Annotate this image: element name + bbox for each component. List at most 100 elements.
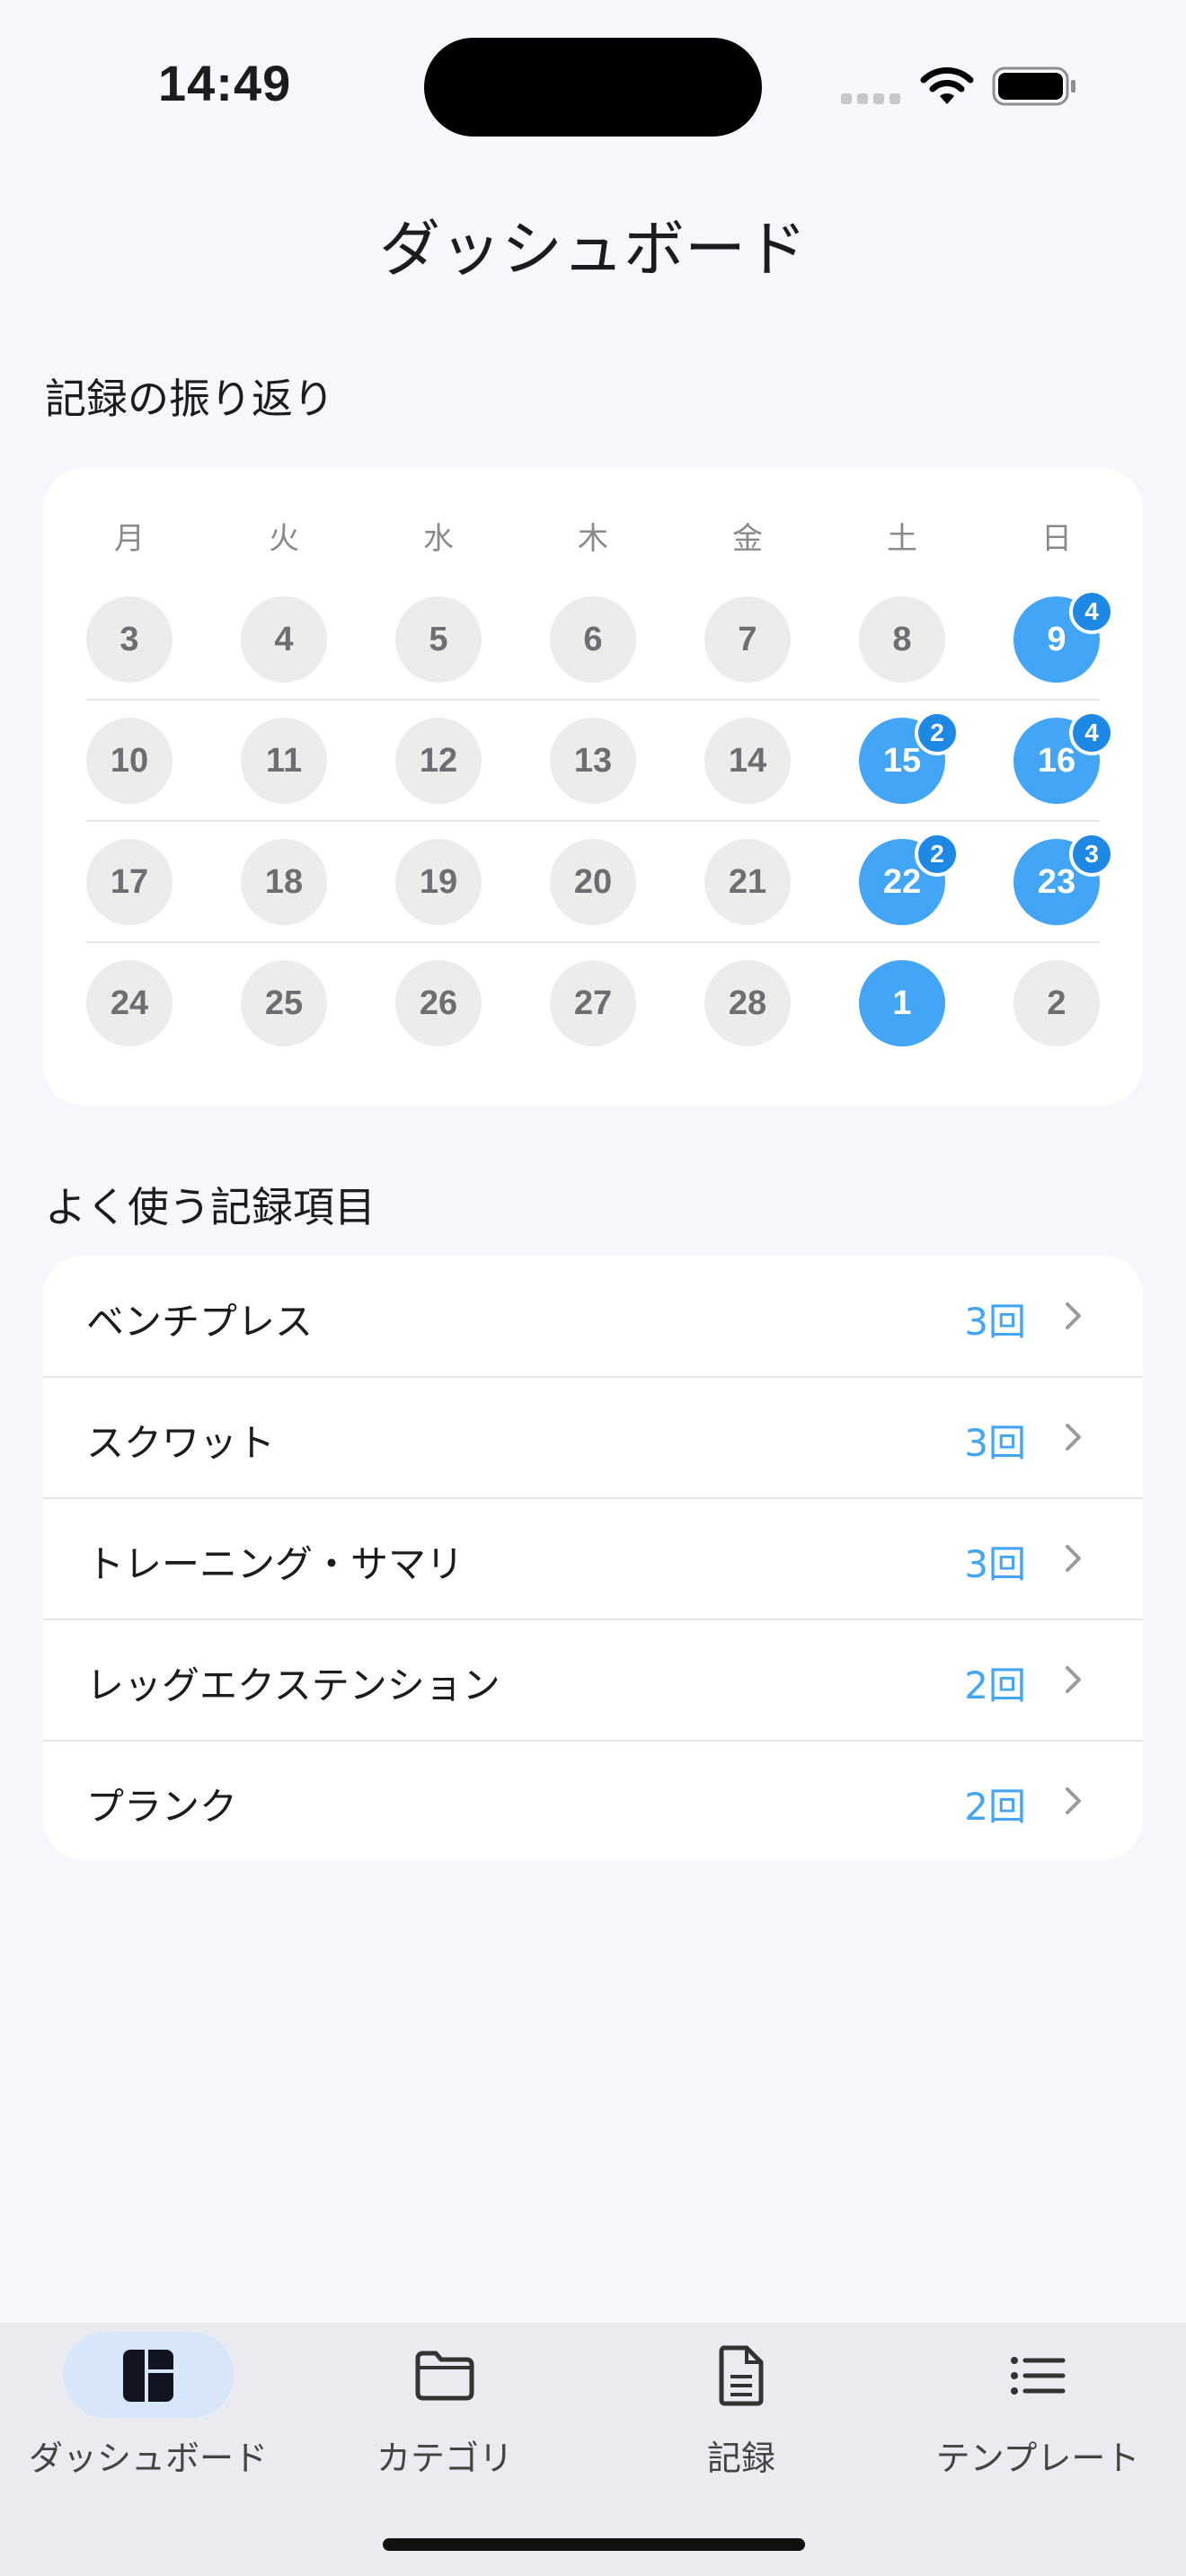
list-icon bbox=[1002, 2344, 1074, 2407]
calendar-day[interactable]: 14 bbox=[704, 718, 791, 804]
calendar-day-number: 12 bbox=[419, 741, 458, 780]
calendar-day-number: 11 bbox=[265, 741, 303, 780]
chevron-right-icon bbox=[1066, 1545, 1081, 1572]
calendar-day-number: 5 bbox=[429, 620, 448, 658]
calendar-day[interactable]: 7 bbox=[704, 596, 791, 683]
battery-icon bbox=[992, 66, 1075, 106]
tab-dashboard[interactable]: ダッシュボード bbox=[0, 2323, 296, 2502]
dashboard-icon bbox=[112, 2344, 184, 2407]
chevron-right-icon bbox=[1066, 1302, 1081, 1329]
frequent-item-count: 3回 bbox=[964, 1421, 1026, 1465]
frequent-item-count: 2回 bbox=[964, 1785, 1026, 1829]
wifi-icon bbox=[920, 66, 974, 104]
calendar-day-number: 15 bbox=[882, 741, 922, 780]
calendar-day-number: 21 bbox=[728, 862, 767, 901]
weekday-label: 金 bbox=[732, 521, 763, 557]
frequent-item-count: 2回 bbox=[964, 1663, 1026, 1707]
calendar-day-number: 17 bbox=[110, 862, 149, 901]
calendar-day[interactable]: 8 bbox=[859, 596, 945, 683]
calendar-day-number: 16 bbox=[1037, 741, 1076, 780]
weekday-label: 土 bbox=[887, 521, 917, 557]
frequent-item-row[interactable]: プランク 2回 bbox=[43, 1741, 1143, 1859]
record-count-badge: 2 bbox=[915, 710, 960, 755]
calendar-day-number: 27 bbox=[573, 984, 613, 1022]
weekday-label: 月 bbox=[114, 521, 145, 557]
calendar-day[interactable]: 12 bbox=[395, 718, 482, 804]
calendar-day[interactable]: 28 bbox=[704, 960, 791, 1046]
calendar-day[interactable]: 19 bbox=[395, 839, 482, 925]
weekday-label: 木 bbox=[578, 521, 608, 557]
calendar-day-number: 24 bbox=[110, 984, 149, 1022]
calendar-day[interactable]: 10 bbox=[86, 718, 173, 804]
calendar-day-number: 18 bbox=[264, 862, 304, 901]
calendar-row-divider bbox=[86, 699, 1100, 701]
frequent-item-count: 3回 bbox=[964, 1300, 1026, 1344]
frequent-item-label: プランク bbox=[86, 1785, 238, 1829]
calendar-day[interactable]: 3 bbox=[86, 596, 173, 683]
calendar-day[interactable]: 18 bbox=[241, 839, 327, 925]
calendar-day-number: 8 bbox=[892, 620, 912, 658]
calendar-day-number: 10 bbox=[110, 741, 149, 780]
tab-category[interactable]: カテゴリ bbox=[296, 2323, 593, 2502]
calendar-day[interactable]: 6 bbox=[550, 596, 636, 683]
calendar-row-divider bbox=[86, 941, 1100, 943]
calendar-day[interactable]: 11 bbox=[241, 718, 327, 804]
calendar-day[interactable]: 15 2 bbox=[859, 710, 960, 804]
calendar-day[interactable]: 20 bbox=[550, 839, 636, 925]
cellular-signal-icon bbox=[841, 93, 900, 104]
calendar-day-number: 22 bbox=[882, 862, 922, 901]
calendar-day-number: 6 bbox=[583, 620, 603, 658]
calendar-day[interactable]: 2 bbox=[1013, 960, 1100, 1046]
weekday-label: 水 bbox=[423, 521, 454, 557]
frequent-item-row[interactable]: トレーニング・サマリ 3回 bbox=[43, 1498, 1143, 1619]
record-count-badge: 3 bbox=[1069, 832, 1114, 877]
calendar-day[interactable]: 17 bbox=[86, 839, 173, 925]
chevron-right-icon bbox=[1066, 1787, 1081, 1814]
weekday-header: 月火水木金土日 bbox=[0, 514, 1186, 557]
status-bar: 14:49 bbox=[0, 0, 1186, 171]
status-time: 14:49 bbox=[158, 55, 292, 111]
calendar-day[interactable]: 4 bbox=[241, 596, 327, 683]
frequent-item-label: トレーニング・サマリ bbox=[86, 1542, 465, 1586]
calendar-day[interactable]: 21 bbox=[704, 839, 791, 925]
frequent-item-row[interactable]: レッグエクステンション 2回 bbox=[43, 1619, 1143, 1740]
calendar-day[interactable]: 13 bbox=[550, 718, 636, 804]
calendar-day-number: 9 bbox=[1047, 620, 1067, 658]
tab-templates[interactable]: テンプレート bbox=[890, 2323, 1186, 2502]
review-section-title: 記録の振り返り bbox=[45, 375, 334, 423]
calendar-day[interactable]: 16 4 bbox=[1013, 710, 1114, 804]
frequent-items-list: ベンチプレス 3回 スクワット 3回 トレーニング・サマリ 3回 レッグエクステンション 2回… bbox=[43, 1256, 1143, 1859]
chevron-right-icon bbox=[1066, 1424, 1081, 1451]
record-count-badge: 4 bbox=[1069, 589, 1114, 634]
calendar-day[interactable]: 24 bbox=[86, 960, 173, 1046]
calendar-day[interactable]: 23 3 bbox=[1013, 832, 1114, 925]
calendar-day-number: 26 bbox=[419, 984, 458, 1022]
record-count-badge: 4 bbox=[1069, 710, 1114, 755]
calendar-day[interactable]: 26 bbox=[395, 960, 482, 1046]
calendar-day-number: 4 bbox=[274, 620, 294, 658]
calendar-day[interactable]: 1 bbox=[859, 960, 945, 1046]
calendar-day-number: 3 bbox=[119, 620, 139, 658]
calendar-day-number: 23 bbox=[1037, 862, 1076, 901]
frequent-item-label: レッグエクステンション bbox=[86, 1663, 500, 1707]
home-indicator bbox=[383, 2538, 805, 2551]
tab-label: テンプレート bbox=[935, 2439, 1140, 2478]
frequent-item-row[interactable]: スクワット 3回 bbox=[43, 1377, 1143, 1497]
calendar-day[interactable]: 22 2 bbox=[859, 832, 960, 925]
calendar-day[interactable]: 5 bbox=[395, 596, 482, 683]
calendar-day-number: 19 bbox=[419, 862, 458, 901]
frequent-item-label: スクワット bbox=[86, 1421, 276, 1465]
calendar-day-number: 20 bbox=[573, 862, 613, 901]
frequent-item-row[interactable]: ベンチプレス 3回 bbox=[43, 1256, 1143, 1376]
calendar-day-number: 13 bbox=[573, 741, 613, 780]
folder-icon bbox=[409, 2344, 481, 2407]
tab-label: 記録 bbox=[706, 2439, 775, 2478]
dynamic-island bbox=[424, 38, 762, 137]
frequent-item-count: 3回 bbox=[964, 1542, 1026, 1586]
tab-records[interactable]: 記録 bbox=[593, 2323, 890, 2502]
tab-label: ダッシュボード bbox=[28, 2439, 268, 2478]
calendar-day-number: 25 bbox=[264, 984, 304, 1022]
calendar-day[interactable]: 94 bbox=[1013, 589, 1114, 683]
calendar-day[interactable]: 27 bbox=[550, 960, 636, 1046]
calendar-day[interactable]: 25 bbox=[241, 960, 327, 1046]
